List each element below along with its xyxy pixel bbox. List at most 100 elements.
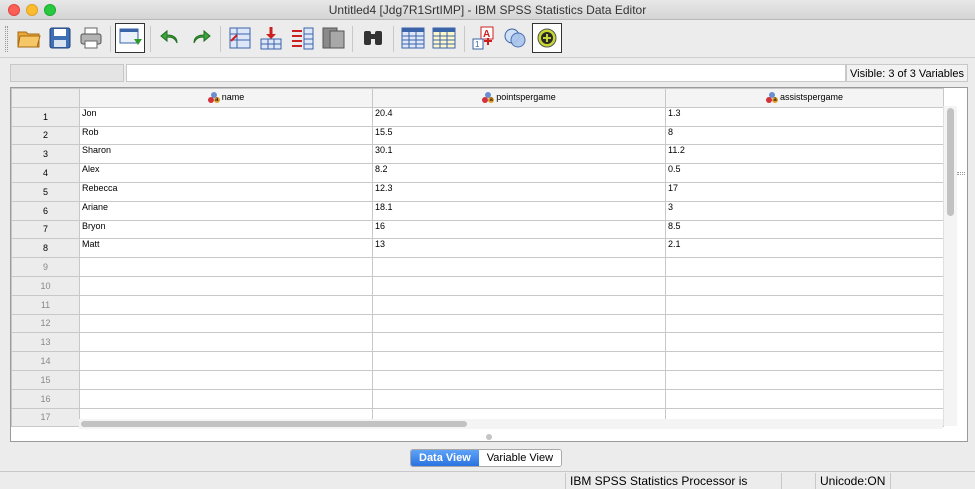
data-cell[interactable] <box>665 257 944 277</box>
data-cell[interactable]: Matt <box>79 238 373 259</box>
open-data-icon[interactable] <box>14 23 44 53</box>
row-number[interactable]: 11 <box>11 294 80 315</box>
toolbar-grip[interactable] <box>5 26 8 52</box>
row-number[interactable]: 13 <box>11 332 80 353</box>
data-cell[interactable] <box>79 369 373 390</box>
processor-status: IBM SPSS Statistics Processor is ready <box>565 473 781 489</box>
row-number[interactable]: 6 <box>11 200 80 221</box>
data-cell[interactable]: 8 <box>665 125 944 146</box>
row-number[interactable]: 16 <box>11 388 80 409</box>
cell-value-input[interactable] <box>126 64 846 82</box>
data-cell[interactable] <box>665 275 944 296</box>
redo-icon[interactable] <box>186 23 216 53</box>
data-cell[interactable]: Ariane <box>79 200 373 221</box>
row-number[interactable]: 15 <box>11 369 80 390</box>
data-cell[interactable]: 15.5 <box>372 125 666 146</box>
data-cell[interactable]: Alex <box>79 163 373 183</box>
run-descriptives-icon[interactable] <box>318 23 348 53</box>
data-cell[interactable]: 17 <box>665 181 944 202</box>
row-number[interactable]: 4 <box>11 163 80 183</box>
row-number[interactable]: 9 <box>11 257 80 277</box>
data-cell[interactable] <box>372 351 666 371</box>
data-cell[interactable] <box>79 313 373 334</box>
vertical-scrollbar[interactable] <box>943 106 957 426</box>
column-header-pointspergame[interactable]: a pointspergame <box>372 88 666 108</box>
use-variable-sets-icon[interactable] <box>500 23 530 53</box>
data-cell[interactable]: 30.1 <box>372 144 666 165</box>
recall-dialog-icon[interactable] <box>115 23 145 53</box>
row-number[interactable]: 7 <box>11 219 80 240</box>
table-row: 4 Alex 8.2 0.5 <box>11 163 944 183</box>
data-cell[interactable] <box>79 275 373 296</box>
pane-split-grip[interactable] <box>957 172 965 175</box>
data-cell[interactable]: 16 <box>372 219 666 240</box>
data-cell[interactable] <box>372 275 666 296</box>
data-cell[interactable]: Jon <box>79 106 373 127</box>
go-to-case-icon[interactable] <box>225 23 255 53</box>
data-cell[interactable]: 2.1 <box>665 238 944 259</box>
data-cell[interactable] <box>79 332 373 353</box>
data-cell[interactable]: 0.5 <box>665 163 944 183</box>
undo-icon[interactable] <box>155 23 185 53</box>
row-number[interactable]: 1 <box>11 106 80 127</box>
data-cell[interactable] <box>79 388 373 409</box>
value-labels-icon[interactable]: A1 <box>469 23 499 53</box>
row-number[interactable]: 17 <box>11 407 80 428</box>
data-cell[interactable] <box>665 332 944 353</box>
data-cell[interactable]: 12.3 <box>372 181 666 202</box>
data-cell[interactable]: 8.5 <box>665 219 944 240</box>
data-cell[interactable] <box>372 388 666 409</box>
tab-data-view[interactable]: Data View <box>411 450 479 466</box>
data-cell[interactable] <box>79 351 373 371</box>
save-icon[interactable] <box>45 23 75 53</box>
horizontal-scroll-thumb[interactable] <box>81 421 467 427</box>
data-cell[interactable] <box>665 351 944 371</box>
insert-cases-icon[interactable] <box>398 23 428 53</box>
data-cell[interactable]: Rob <box>79 125 373 146</box>
data-cell[interactable] <box>79 294 373 315</box>
data-cell[interactable]: 18.1 <box>372 200 666 221</box>
data-cell[interactable] <box>372 332 666 353</box>
row-number[interactable]: 12 <box>11 313 80 334</box>
data-cell[interactable] <box>79 257 373 277</box>
data-cell[interactable]: 8.2 <box>372 163 666 183</box>
variables-icon[interactable] <box>287 23 317 53</box>
find-icon[interactable] <box>358 23 388 53</box>
data-cell[interactable] <box>372 369 666 390</box>
data-cell[interactable] <box>372 294 666 315</box>
data-cell[interactable] <box>665 294 944 315</box>
row-number[interactable]: 5 <box>11 181 80 202</box>
column-header-assistspergame[interactable]: a assistspergame <box>665 88 944 108</box>
data-cell[interactable]: 20.4 <box>372 106 666 127</box>
data-cell[interactable] <box>372 313 666 334</box>
print-icon[interactable] <box>76 23 106 53</box>
data-cell[interactable]: 1.3 <box>665 106 944 127</box>
row-number[interactable]: 14 <box>11 351 80 371</box>
svg-text:1: 1 <box>475 40 480 49</box>
split-handle[interactable] <box>486 434 492 440</box>
data-cell[interactable]: Sharon <box>79 144 373 165</box>
row-number[interactable]: 10 <box>11 275 80 296</box>
data-cell[interactable] <box>372 257 666 277</box>
vertical-scroll-thumb[interactable] <box>947 108 954 216</box>
data-cell[interactable]: Bryon <box>79 219 373 240</box>
data-cell[interactable] <box>665 369 944 390</box>
insert-variable-icon[interactable] <box>429 23 459 53</box>
column-header-name[interactable]: a name <box>79 88 373 108</box>
data-cell[interactable]: Rebecca <box>79 181 373 202</box>
data-cell[interactable]: 13 <box>372 238 666 259</box>
row-number[interactable]: 2 <box>11 125 80 146</box>
visible-variables-label: Visible: 3 of 3 Variables <box>846 64 968 82</box>
data-cell[interactable]: 11.2 <box>665 144 944 165</box>
go-to-variable-icon[interactable] <box>256 23 286 53</box>
grid-corner[interactable] <box>11 88 80 108</box>
horizontal-scrollbar[interactable] <box>79 419 943 429</box>
row-number[interactable]: 3 <box>11 144 80 165</box>
tab-variable-view[interactable]: Variable View <box>478 450 562 466</box>
data-cell[interactable] <box>665 388 944 409</box>
row-number[interactable]: 8 <box>11 238 80 259</box>
data-cell[interactable] <box>665 313 944 334</box>
table-row: 14 <box>11 351 944 371</box>
spelling-icon[interactable] <box>532 23 562 53</box>
data-cell[interactable]: 3 <box>665 200 944 221</box>
